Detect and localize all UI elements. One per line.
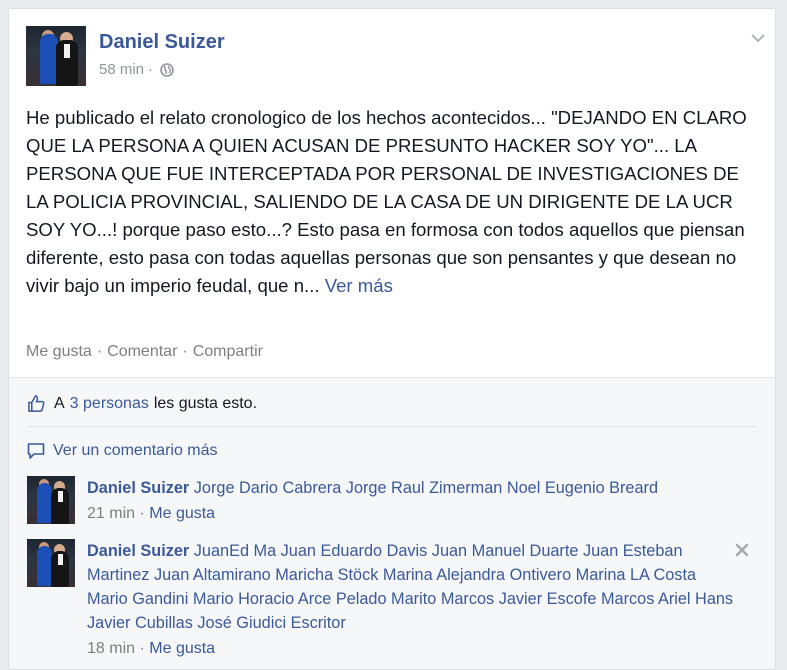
meta-separator: ·	[139, 640, 145, 657]
divider	[27, 426, 757, 427]
comment-button[interactable]: Comentar	[107, 343, 177, 360]
comment-author[interactable]: Daniel Suizer	[87, 479, 189, 497]
post-card: Daniel Suizer 58 min · He publicado el r…	[8, 8, 776, 670]
author-name[interactable]: Daniel Suizer	[99, 31, 225, 54]
post-body: He publicado el relato cronologico de lo…	[26, 107, 747, 296]
comment-author[interactable]: Daniel Suizer	[87, 542, 189, 560]
post-header: Daniel Suizer 58 min ·	[26, 26, 766, 86]
globe-icon[interactable]	[160, 62, 174, 77]
post-text: He publicado el relato cronologico de lo…	[26, 104, 764, 300]
action-separator: ·	[96, 343, 103, 360]
commenter-avatar[interactable]	[27, 476, 75, 524]
close-icon[interactable]	[735, 543, 749, 557]
comment-body: Daniel Suizer JuanEd Ma Juan Eduardo Dav…	[87, 539, 737, 661]
comment-bubble-icon	[27, 443, 45, 459]
comment-like-button[interactable]: Me gusta	[149, 505, 215, 522]
comment-meta: 18 min · Me gusta	[87, 637, 737, 661]
post-time[interactable]: 58 min	[99, 61, 144, 78]
comment-body: Daniel Suizer Jorge Dario Cabrera Jorge …	[87, 476, 737, 526]
like-button[interactable]: Me gusta	[26, 343, 92, 360]
commenter-avatar[interactable]	[27, 539, 75, 587]
likes-people-link[interactable]: 3 personas	[70, 395, 149, 413]
thumbs-up-icon	[28, 395, 45, 412]
view-more-comments[interactable]: Ver un comentario más	[27, 442, 218, 460]
see-more-link[interactable]: Ver más	[325, 275, 393, 296]
comment-text[interactable]: Jorge Dario Cabrera Jorge Raul Zimerman …	[194, 479, 658, 497]
likes-suffix: les gusta esto.	[153, 394, 258, 412]
comment-time[interactable]: 21 min	[87, 505, 135, 522]
view-more-comments-label[interactable]: Ver un comentario más	[53, 442, 218, 460]
author-avatar[interactable]	[26, 26, 86, 86]
comment-meta: 21 min · Me gusta	[87, 502, 737, 526]
post-actions: Me gusta · Comentar · Compartir	[26, 343, 263, 361]
likes-summary: A 3 personas les gusta esto.	[27, 394, 257, 413]
post-meta: 58 min ·	[99, 61, 174, 78]
feedback-section: A 3 personas les gusta esto. Ver un come…	[9, 377, 775, 669]
likes-prefix: A	[54, 394, 65, 412]
meta-separator: ·	[139, 505, 145, 522]
comment-time[interactable]: 18 min	[87, 640, 135, 657]
action-separator: ·	[182, 343, 188, 360]
chevron-down-icon[interactable]	[750, 30, 766, 46]
share-button[interactable]: Compartir	[193, 343, 263, 360]
meta-separator: ·	[148, 61, 154, 78]
comment-like-button[interactable]: Me gusta	[149, 640, 215, 657]
